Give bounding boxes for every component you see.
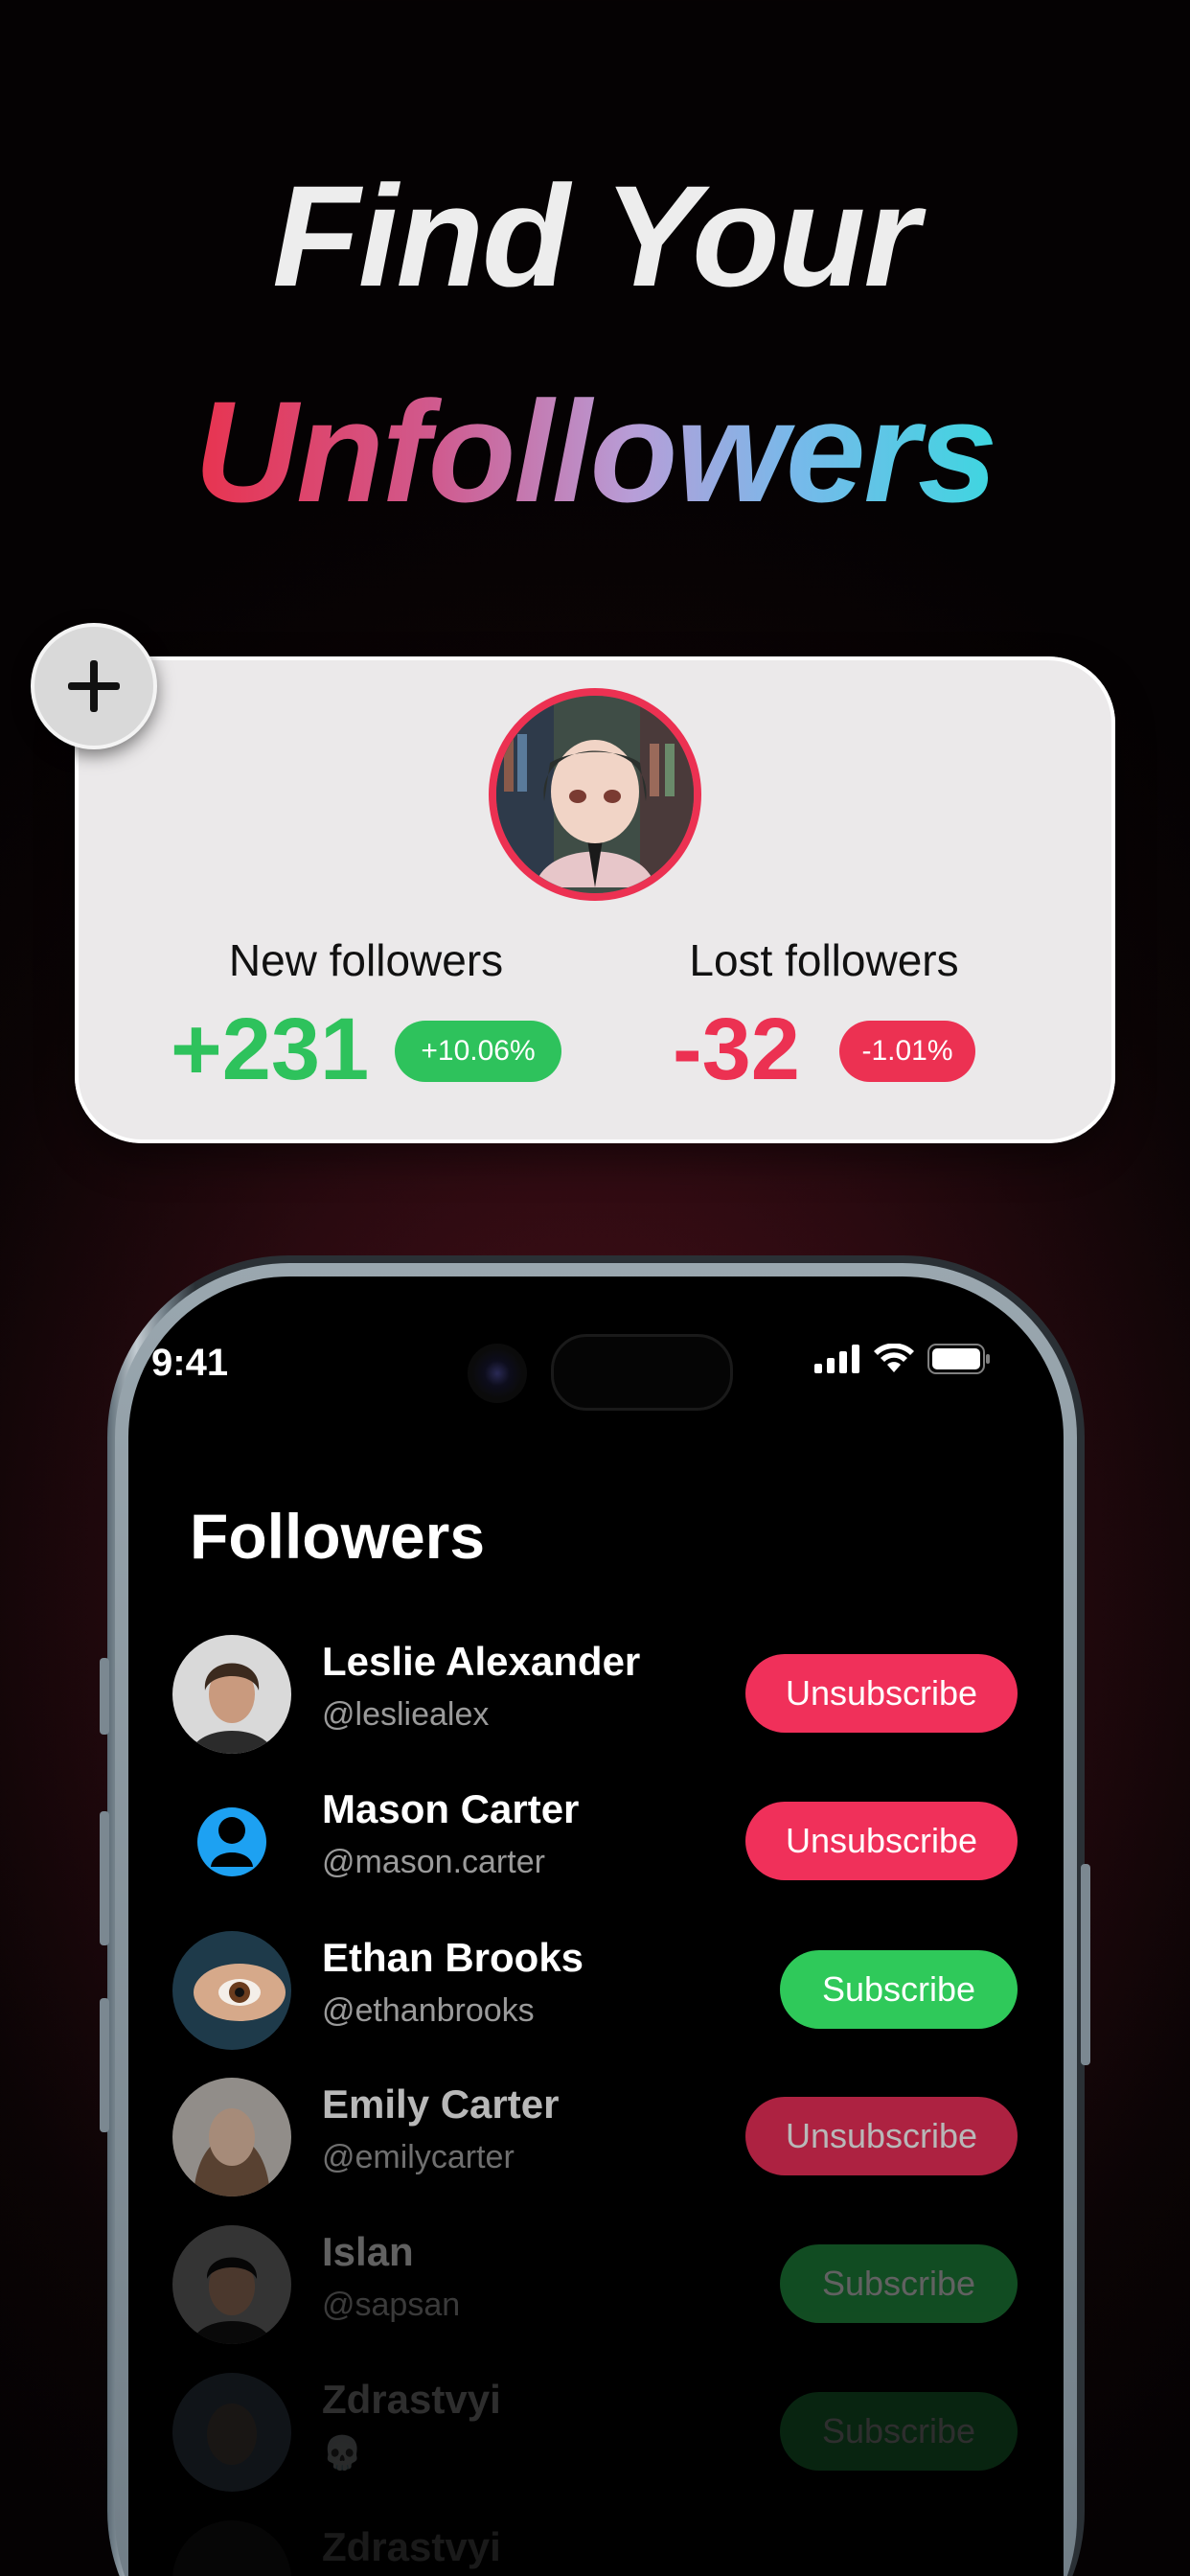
status-time: 9:41	[151, 1342, 229, 1384]
followers-title: Followers	[190, 1501, 486, 1572]
lost-followers-count: -32	[673, 1000, 800, 1098]
lost-followers-change-badge: -1.01%	[839, 1021, 975, 1082]
follower-row[interactable]: Zdrastvyi 💀 Subscribe	[172, 2373, 1018, 2497]
status-icons	[814, 1344, 991, 1374]
lost-followers-label: Lost followers	[689, 935, 959, 985]
follower-name: Mason Carter	[322, 1786, 580, 1831]
follower-name: Zdrastvyi	[322, 2524, 501, 2569]
cellular-signal-icon	[814, 1345, 859, 1373]
follower-name: Leslie Alexander	[322, 1639, 641, 1684]
phone-side-button	[1081, 1864, 1090, 2065]
plus-icon	[68, 660, 120, 712]
avatar	[172, 1931, 291, 2050]
follower-name: Emily Carter	[322, 2082, 560, 2127]
subscribe-button[interactable]: Subscribe	[780, 2244, 1018, 2323]
phone-side-button	[100, 1658, 109, 1735]
phone-side-button	[100, 1811, 109, 1945]
follower-name: Zdrastvyi	[322, 2377, 501, 2422]
new-followers-label: New followers	[228, 935, 504, 985]
avatar	[172, 2520, 291, 2576]
follower-row[interactable]: Islan @sapsan Subscribe	[172, 2225, 1018, 2350]
unsubscribe-button[interactable]: Unsubscribe	[745, 1654, 1018, 1733]
follower-handle: @lesliealex	[322, 1696, 490, 1733]
follower-handle: @sapsan	[322, 2287, 461, 2323]
follower-handle: @emilycarter	[322, 2139, 515, 2175]
follower-row[interactable]: Zdrastvyi	[172, 2520, 1016, 2576]
follower-name: Ethan Brooks	[322, 1935, 584, 1980]
person-silhouette-icon	[172, 1782, 291, 1901]
follower-row[interactable]: Mason Carter @mason.carter Unsubscribe	[172, 1782, 1018, 1907]
dynamic-island	[551, 1334, 733, 1411]
follower-row[interactable]: Ethan Brooks @ethanbrooks Subscribe	[172, 1931, 1018, 2056]
phone-side-button	[100, 1998, 109, 2132]
wifi-icon	[874, 1344, 914, 1372]
subscribe-button[interactable]: Subscribe	[780, 2392, 1018, 2471]
follower-handle: @ethanbrooks	[322, 1992, 535, 2029]
follower-row[interactable]: Emily Carter @emilycarter Unsubscribe	[172, 2078, 1018, 2202]
follower-row[interactable]: Leslie Alexander @lesliealex Unsubscribe	[172, 1635, 1018, 1760]
headline-unfollowers: Unfollowers	[194, 371, 997, 532]
avatar	[172, 1635, 291, 1754]
unsubscribe-button[interactable]: Unsubscribe	[745, 2097, 1018, 2175]
avatar	[172, 2078, 291, 2196]
new-followers-change-badge: +10.06%	[395, 1021, 561, 1082]
follower-handle: @mason.carter	[322, 1844, 545, 1880]
profile-avatar	[489, 688, 701, 901]
battery-icon	[927, 1344, 990, 1374]
front-camera	[468, 1344, 527, 1403]
avatar	[172, 2225, 291, 2344]
new-followers-count: +231	[171, 1000, 370, 1098]
subscribe-button[interactable]: Subscribe	[780, 1950, 1018, 2029]
avatar	[172, 2373, 291, 2492]
unsubscribe-button[interactable]: Unsubscribe	[745, 1802, 1018, 1880]
follower-name: Islan	[322, 2229, 414, 2274]
headline-find-your: Find Your	[272, 155, 920, 316]
follower-handle: 💀	[322, 2435, 363, 2472]
add-account-button[interactable]	[31, 623, 157, 749]
